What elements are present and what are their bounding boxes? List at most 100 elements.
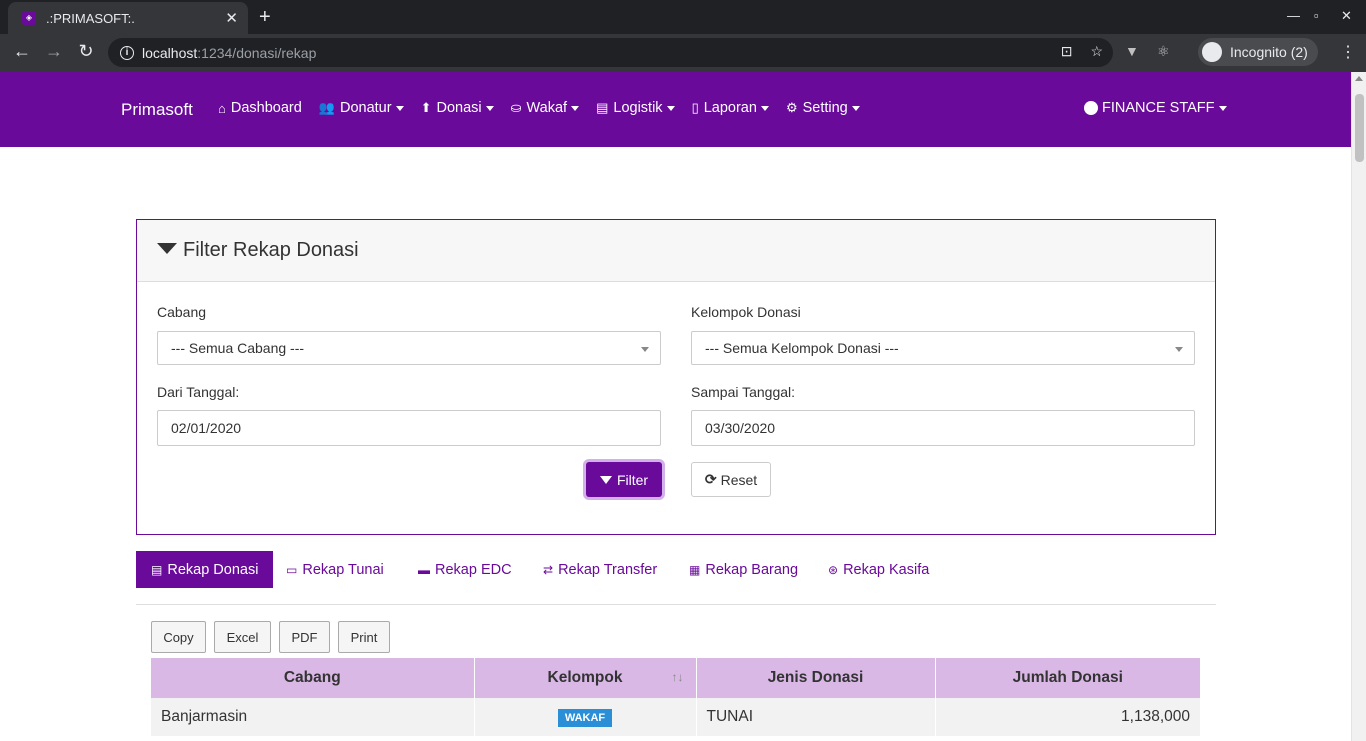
col-header-cabang[interactable]: Cabang [151, 658, 475, 698]
copy-button[interactable]: Copy [151, 621, 206, 653]
col-header-kelompok[interactable]: Kelompok ↑↓ [474, 658, 697, 698]
reset-button-label: Reset [720, 471, 758, 488]
scroll-up-icon[interactable] [1355, 76, 1363, 81]
browser-menu-icon[interactable]: ⋮ [1340, 42, 1356, 62]
nav-item-label: Wakaf [526, 100, 568, 116]
tab-rekap-barang[interactable]: ▦ Rekap Barang [689, 551, 798, 588]
cabang-selected: --- Semua Cabang --- [171, 340, 305, 356]
url-path: :1234/donasi/rekap [197, 44, 317, 61]
nav-item-label: Setting [802, 100, 848, 116]
minimize-icon[interactable]: — [1287, 8, 1300, 23]
tab-rekap-edc[interactable]: ▬ Rekap EDC [418, 551, 512, 588]
page-scrollbar[interactable] [1351, 72, 1366, 741]
filter-icon [157, 243, 177, 254]
donatur-icon: 👥 [318, 100, 335, 115]
excel-button[interactable]: Excel [214, 621, 271, 653]
new-tab-button[interactable]: + [259, 6, 271, 29]
incognito-indicator[interactable]: Incognito (2) [1198, 38, 1318, 66]
cabang-label: Cabang [157, 304, 207, 320]
sampai-tanggal-label: Sampai Tanggal: [691, 384, 796, 400]
filter-button-label: Filter [616, 471, 649, 488]
rekap-tabs: ▤ Rekap Donasi ▭ Rekap Tunai ▬ Rekap EDC ⇄ Reka… [136, 551, 1216, 605]
tab-rekap-transfer[interactable]: ⇄ Rekap Transfer [543, 551, 657, 588]
kelompok-badge: WAKAF [557, 708, 613, 727]
nav-item-wakaf[interactable]: ⛀ Wakaf [510, 100, 580, 116]
filter-button[interactable]: Filter [586, 462, 662, 497]
back-icon[interactable]: ← [10, 41, 34, 62]
laporan-icon: ▯ [691, 100, 699, 115]
nav-item-donasi[interactable]: ⬆ Donasi [421, 100, 494, 116]
refresh-icon: ⟳ [704, 471, 717, 487]
site-info-icon[interactable]: i [120, 45, 134, 60]
reload-icon[interactable]: ↻ [74, 41, 98, 62]
sampai-tanggal-input[interactable]: 03/30/2020 [691, 410, 1195, 446]
dashboard-icon: ⌂ [218, 100, 226, 116]
maximize-icon[interactable]: ▫ [1314, 8, 1319, 23]
cell-jumlah: 1,138,000 [935, 698, 1200, 736]
nav-item-laporan[interactable]: ▯ Laporan [692, 100, 769, 116]
chevron-down-icon [1218, 105, 1227, 111]
tab-rekap-tunai[interactable]: ▭ Rekap Tunai [286, 551, 384, 588]
close-tab-icon[interactable]: ✕ [225, 9, 238, 27]
kelompok-selected: --- Semua Kelompok Donasi --- [705, 340, 899, 356]
close-window-icon[interactable]: ✕ [1341, 8, 1352, 24]
browser-toolbar: ← → ↻ i localhost:1234/donasi/rekap ⊡ ☆ … [0, 34, 1366, 72]
nav-item-label: Dashboard [230, 100, 302, 116]
donasi-icon: ⬆ [420, 100, 432, 115]
tab-rekap-kasifa[interactable]: ⊛ Rekap Kasifa [828, 551, 929, 588]
reset-button[interactable]: ⟳ Reset [691, 462, 771, 497]
cabang-select[interactable]: --- Semua Cabang --- [157, 331, 661, 365]
brand-logo[interactable]: Primasoft [121, 100, 193, 120]
rekap-barang-icon: ▦ [689, 562, 701, 577]
nav-item-label: Laporan [703, 100, 757, 116]
tab-label: Rekap Tunai [302, 561, 384, 578]
kelompok-select[interactable]: --- Semua Kelompok Donasi --- [691, 331, 1195, 365]
extension-react-icon[interactable]: ⚛ [1157, 43, 1170, 60]
nav-item-dashboard[interactable]: ⌂ Dashboard [218, 100, 302, 116]
col-header-jenis[interactable]: Jenis Donasi [696, 658, 936, 698]
nav-item-label: Donasi [436, 100, 482, 116]
cell-cabang: Banjarmasin [151, 698, 475, 736]
rekap-edc-icon: ▬ [418, 562, 430, 577]
user-menu[interactable]: FINANCE STAFF [1084, 100, 1227, 116]
rekap-tunai-icon: ▭ [286, 562, 298, 577]
wakaf-icon: ⛀ [510, 100, 522, 115]
scrollbar-thumb[interactable] [1355, 94, 1364, 162]
tab-rekap-donasi[interactable]: ▤ Rekap Donasi [136, 551, 274, 588]
tab-label: Rekap Barang [705, 561, 799, 578]
tab-label: Rekap Transfer [558, 561, 658, 578]
rekap-kasifa-icon: ⊛ [828, 562, 839, 577]
print-button[interactable]: Print [338, 621, 390, 653]
address-bar[interactable]: i localhost:1234/donasi/rekap ⊡ ☆ [108, 38, 1113, 67]
chevron-down-icon [851, 105, 860, 111]
table-row: Banjarmasin WAKAF TUNAI 1,138,000 [151, 698, 1200, 736]
dari-tanggal-label: Dari Tanggal: [157, 384, 240, 400]
nav-item-setting[interactable]: ⚙ Setting [786, 100, 860, 116]
col-header-jumlah[interactable]: Jumlah Donasi [935, 658, 1200, 698]
chevron-down-icon [395, 105, 404, 111]
cell-jenis: TUNAI [696, 698, 936, 736]
site-favicon-icon: ◈ [22, 11, 36, 25]
dari-tanggal-input[interactable]: 02/01/2020 [157, 410, 661, 446]
rekap-donasi-icon: ▤ [151, 562, 163, 577]
user-name: FINANCE STAFF [1102, 100, 1215, 116]
chevron-down-icon [571, 105, 580, 111]
pdf-button[interactable]: PDF [279, 621, 330, 653]
bookmark-star-icon[interactable]: ☆ [1090, 43, 1103, 60]
rekap-transfer-icon: ⇄ [543, 562, 554, 577]
kelompok-label: Kelompok Donasi [691, 304, 801, 320]
forward-icon[interactable]: → [42, 41, 66, 62]
dropdown-arrow-icon [1175, 347, 1183, 352]
nav-item-logistik[interactable]: ▤ Logistik [596, 100, 675, 116]
url-host: localhost [142, 44, 198, 61]
extension-vue-icon[interactable]: ▼ [1125, 43, 1139, 59]
chevron-down-icon [485, 105, 494, 111]
browser-tab[interactable]: ◈ .:PRIMASOFT:. ✕ [8, 2, 248, 34]
chevron-down-icon [760, 105, 769, 111]
logistik-icon: ▤ [596, 100, 609, 115]
tab-label: Rekap Donasi [167, 561, 259, 578]
translate-icon[interactable]: ⊡ [1061, 43, 1073, 60]
dari-tanggal-value: 02/01/2020 [171, 420, 242, 436]
nav-item-donatur[interactable]: 👥 Donatur [319, 100, 404, 116]
filter-card-header: Filter Rekap Donasi [137, 220, 1215, 282]
